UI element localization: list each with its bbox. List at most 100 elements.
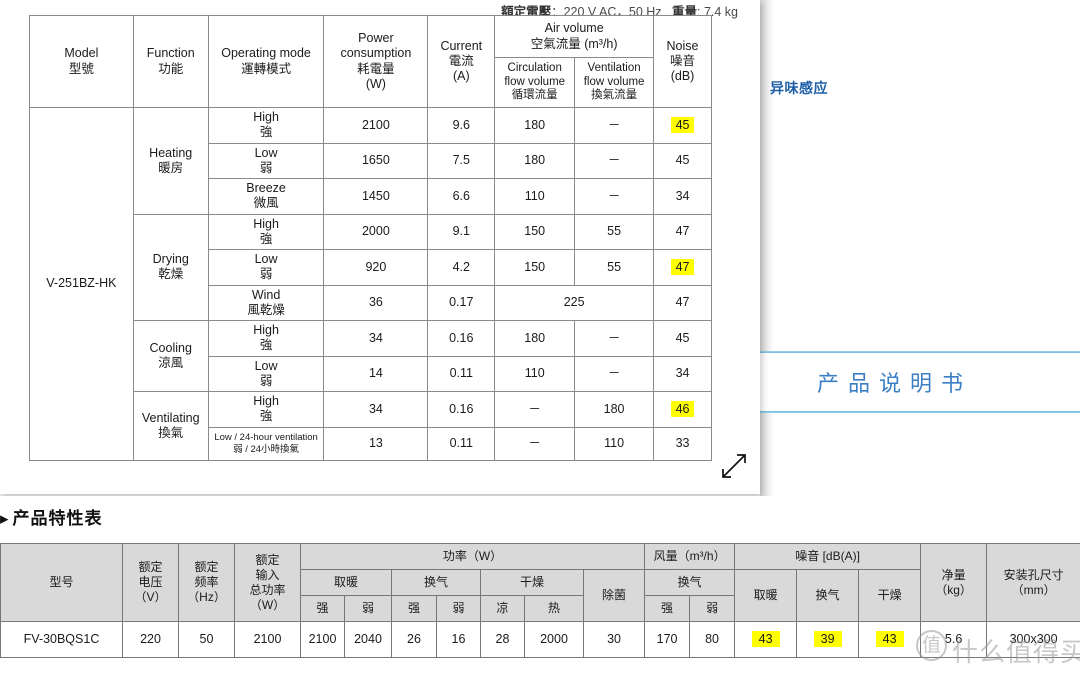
cell-circulation: － xyxy=(494,426,576,461)
cell-power: 2100 xyxy=(323,107,429,144)
fcell-noise-heating: 43 xyxy=(734,621,798,658)
fcell-noise-dry: 43 xyxy=(858,621,922,658)
fth-rv-l1: 额定 xyxy=(138,560,163,574)
cell-power: 1650 xyxy=(323,142,429,179)
screenshot-root: 异味感应 产品说明书 額定電壓：220 V AC，50 Hz 重量: 7.4 k… xyxy=(0,0,1080,683)
cell-mode: High 強 xyxy=(207,213,325,250)
fth-rv-l2: 电压 xyxy=(138,575,163,589)
cell-ventilation: 180 xyxy=(574,391,655,428)
mode-en: Wind xyxy=(251,287,281,302)
mode-en: High xyxy=(253,110,279,124)
cell-mode: Breeze 微風 xyxy=(207,178,325,215)
fth-ri-l1: 额定 xyxy=(255,552,280,567)
fn-vent-en: Ventilating xyxy=(141,410,200,425)
cell-ventilation: 55 xyxy=(574,213,655,250)
cell-mode: Low 弱 xyxy=(207,249,325,286)
product-right-column xyxy=(760,0,1080,496)
th-ventilation-flow: Ventilation flow volume 換氣流量 xyxy=(574,57,655,108)
cell-mode: High 強 xyxy=(207,107,325,144)
cell-circulation: 180 xyxy=(494,142,576,179)
cell-circulation: 150 xyxy=(494,249,576,286)
fth-hole-size: 安装孔尺寸 （mm） xyxy=(986,543,1080,622)
fth-power-sterilize: 除菌 xyxy=(582,569,646,622)
mode-zh: 強 xyxy=(259,338,273,353)
cell-noise: 47 xyxy=(653,249,712,286)
th-operating-mode-zh: 運轉模式 xyxy=(241,61,292,76)
th-noise-en: Noise xyxy=(666,38,699,53)
fth-rated-input-power: 额定 输入 总功率 （W） xyxy=(234,543,301,622)
th-operating-mode: Operating mode 運轉模式 xyxy=(207,15,325,108)
overlay-edge-shadow xyxy=(760,0,774,496)
th-circ-en2: flow volume xyxy=(504,75,566,88)
cell-circulation: 150 xyxy=(494,213,576,250)
cell-mode: Low 弱 xyxy=(207,142,325,179)
fth-model: 型号 xyxy=(0,543,123,622)
fth-ri-l4: （W） xyxy=(249,597,286,612)
fth-noise-group: 噪音 [dB(A)] xyxy=(734,543,922,570)
cell-mode: Low / 24-hour ventilation 弱 / 24小時換氣 xyxy=(207,426,325,461)
fth-airflow-ventilating: 换气 xyxy=(644,569,736,596)
fth-nw-l1: 净量 xyxy=(941,567,966,582)
noise-highlight: 45 xyxy=(670,116,695,133)
fcell-rated-input: 2100 xyxy=(234,621,301,658)
product-manual-label: 产品说明书 xyxy=(817,371,973,396)
cell-model: V-251BZ-HK xyxy=(29,107,134,461)
th-current-en: Current xyxy=(440,38,483,53)
mode-zh: 弱 xyxy=(259,267,273,282)
cell-current: 0.11 xyxy=(427,355,496,392)
th-model-en: Model xyxy=(64,46,99,61)
cell-ventilation: － xyxy=(574,178,655,215)
cell-current: 0.17 xyxy=(427,284,496,321)
product-manual-box[interactable]: 产品说明书 xyxy=(758,352,1080,412)
image-lightbox-overlay[interactable]: 額定電壓：220 V AC，50 Hz 重量: 7.4 kg Model 型號 xyxy=(0,0,760,494)
mode-en: High xyxy=(253,216,279,231)
mode-en: Low / 24-hour ventilation xyxy=(214,431,318,443)
fth-airflow-group: 风量（m³/h） xyxy=(644,543,736,570)
cell-power: 13 xyxy=(323,426,429,461)
fth-vent-weak: 弱 xyxy=(436,595,481,622)
cell-current: 0.16 xyxy=(427,391,496,428)
product-feature-section: ▸ 产品特性表 型号 额定 电压 （V） 额定 频率 （Hz） 额定 输入 总功… xyxy=(0,496,1080,683)
cell-noise: 47 xyxy=(653,284,712,321)
cell-power: 36 xyxy=(323,284,429,321)
th-model: Model 型號 xyxy=(29,15,134,108)
mode-zh: 強 xyxy=(259,231,273,246)
cell-mode: Wind 風乾燥 xyxy=(207,284,325,321)
cell-noise: 34 xyxy=(653,355,712,392)
cell-function-ventilating: Ventilating 換氣 xyxy=(132,391,209,461)
fcell-power-vent-strong: 26 xyxy=(391,621,437,658)
cell-power: 1450 xyxy=(323,178,429,215)
fcell-power-sterilize: 30 xyxy=(582,621,646,658)
mode-en: High xyxy=(253,323,279,337)
fcell-hole-size: 300x300 xyxy=(986,621,1080,658)
th-circulation-flow: Circulation flow volume 循環流量 xyxy=(494,57,576,108)
cell-circulation: － xyxy=(494,391,576,428)
th-function: Function 功能 xyxy=(132,15,209,108)
noise-highlight: 43 xyxy=(875,630,904,647)
cell-mode: High 強 xyxy=(207,391,325,428)
cell-power: 14 xyxy=(323,355,429,392)
feature-table: 型号 额定 电压 （V） 额定 频率 （Hz） 额定 输入 总功率 （W） 功率… xyxy=(0,543,1080,658)
noise-highlight: 47 xyxy=(670,258,695,275)
fcell-power-dry-cool: 28 xyxy=(480,621,525,658)
fn-cooling-zh: 涼風 xyxy=(158,356,184,370)
th-air-volume-en: Air volume xyxy=(544,21,604,36)
fth-power-drying: 干燥 xyxy=(480,569,584,596)
fcell-power-heating-strong: 2100 xyxy=(300,621,345,658)
fcell-noise-vent: 39 xyxy=(796,621,860,658)
th-noise-zh: 噪音 xyxy=(670,53,696,68)
resize-diagonal-icon[interactable] xyxy=(718,450,750,482)
fth-power-ventilating: 换气 xyxy=(391,569,481,596)
fn-drying-en: Drying xyxy=(152,252,189,266)
mode-zh: 強 xyxy=(259,125,273,140)
fth-noise-heating: 取暖 xyxy=(734,569,798,622)
mode-zh: 強 xyxy=(259,409,273,424)
cell-current: 0.16 xyxy=(427,320,496,357)
cell-power: 920 xyxy=(323,249,429,286)
mode-zh: 弱 xyxy=(259,160,273,175)
spec-table-body: V-251BZ-HK Heating 暖房 High 強 2100 9.6 18… xyxy=(29,107,712,461)
cell-ventilation: 110 xyxy=(574,426,655,461)
cell-noise: 34 xyxy=(653,178,712,215)
th-power-consumption: Power consumption 耗電量 (W) xyxy=(323,15,429,108)
th-air-volume: Air volume 空氣流量 (m³/h) xyxy=(494,15,655,58)
